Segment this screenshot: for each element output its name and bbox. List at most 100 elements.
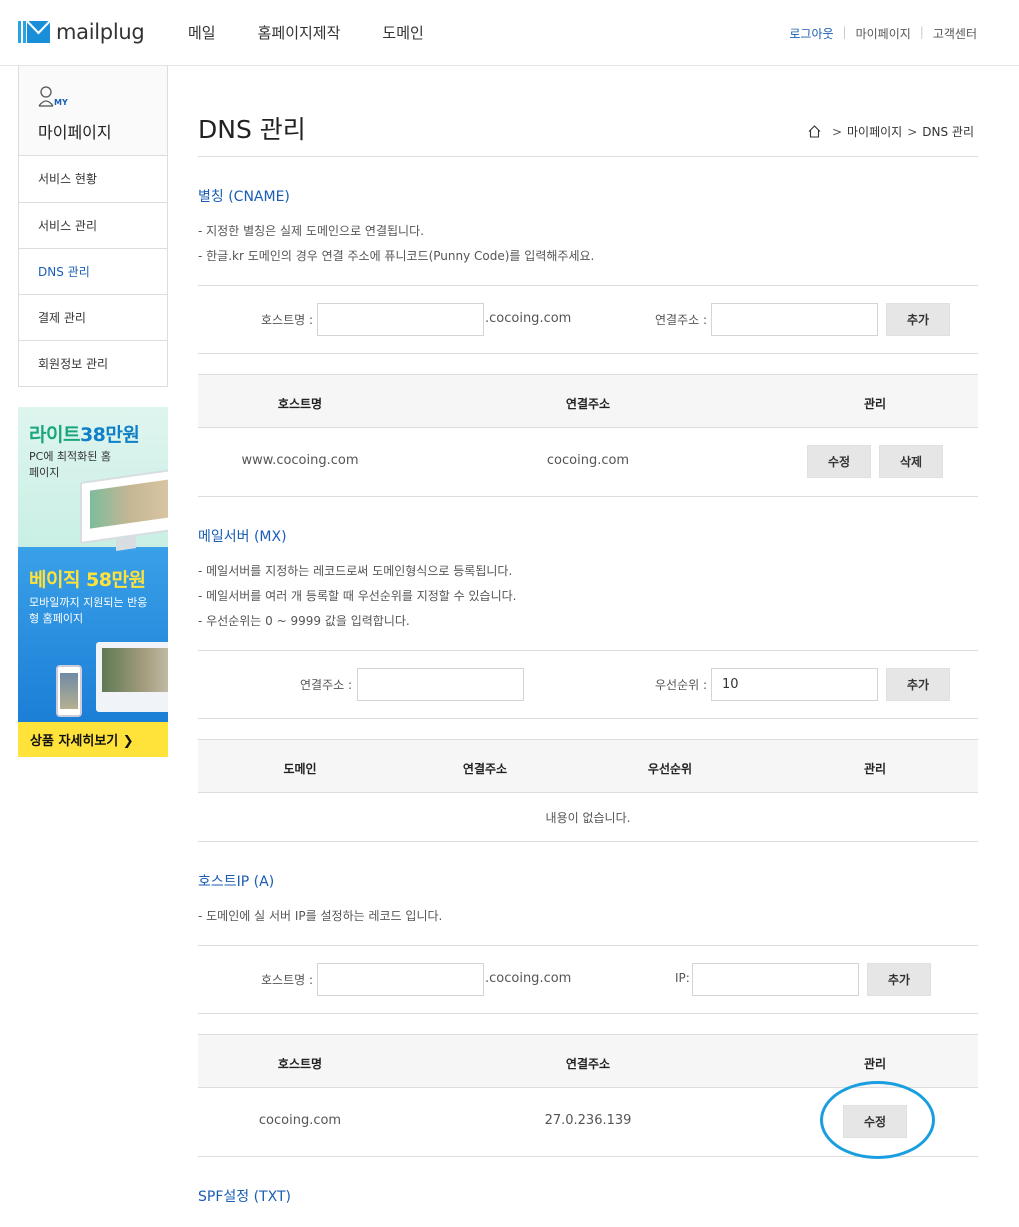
- highlight-circle: [820, 1081, 935, 1159]
- breadcrumb-separator: >: [907, 124, 918, 139]
- a-domain-suffix: .cocoing.com: [485, 971, 572, 986]
- a-add-button[interactable]: 추가: [867, 963, 931, 996]
- cname-edit-button[interactable]: 수정: [807, 445, 871, 478]
- a-host-input[interactable]: [317, 963, 484, 996]
- cname-table-bottom-line: [198, 496, 978, 497]
- sidebar-item-service-status[interactable]: 서비스 현황: [19, 156, 167, 202]
- home-icon[interactable]: [808, 125, 821, 138]
- mx-empty-message: 내용이 없습니다.: [545, 811, 631, 825]
- col-domain: 도메인: [283, 762, 317, 776]
- cname-delete-button[interactable]: 삭제: [879, 445, 943, 478]
- logo-text: mailplug: [56, 19, 145, 44]
- a-section-title: 호스트IP (A): [198, 874, 275, 890]
- tablet-image: [96, 642, 168, 712]
- mx-add-button[interactable]: 추가: [886, 668, 950, 701]
- mx-description: - 메일서버를 지정하는 레코드로써 도메인형식으로 등록됩니다. - 메일서버…: [198, 559, 516, 634]
- sidebar-menu: 서비스 현황 서비스 관리 DNS 관리 결제 관리 회원정보 관리: [18, 156, 168, 387]
- mailplug-logo[interactable]: mailplug: [18, 18, 145, 45]
- support-link[interactable]: 고객센터: [933, 25, 977, 42]
- spf-section-title: SPF설정 (TXT): [198, 1189, 291, 1205]
- mx-target-input[interactable]: [357, 668, 524, 701]
- banner-basic-title: 베이직 58만원: [29, 569, 146, 591]
- cname-desc-line: - 한글.kr 도메인의 경우 연결 주소에 퓨니코드(Punny Code)를…: [198, 249, 595, 263]
- mx-section-title: 메일서버 (MX): [198, 529, 287, 545]
- cname-add-button[interactable]: 추가: [886, 303, 950, 336]
- mx-form-top-line: [198, 650, 978, 651]
- mx-table-header: 도메인 연결주소 우선순위 관리: [198, 739, 978, 793]
- main-nav: 메일 홈페이지제작 도메인: [188, 22, 466, 43]
- a-host-label: 호스트명 :: [261, 973, 314, 987]
- phone-image: [56, 665, 82, 717]
- a-description: - 도메인에 실 서버 IP를 설정하는 레코드 입니다.: [198, 904, 442, 929]
- top-header: mailplug 메일 홈페이지제작 도메인 로그아웃 | 마이페이지 | 고객…: [0, 0, 1019, 66]
- sidebar-item-billing[interactable]: 결제 관리: [19, 294, 167, 340]
- sidebar-item-member-info[interactable]: 회원정보 관리: [19, 340, 167, 386]
- monitor-image: [80, 467, 168, 551]
- util-divider: |: [919, 25, 924, 39]
- nav-mail[interactable]: 메일: [188, 22, 216, 43]
- mypage-link[interactable]: 마이페이지: [856, 25, 911, 42]
- banner-basic-sub: 모바일까지 지원되는 반응형 홈페이지: [29, 596, 148, 625]
- breadcrumb-current: DNS 관리: [922, 125, 974, 139]
- mx-table-bottom-line: [198, 841, 978, 842]
- breadcrumb: > 마이페이지 > DNS 관리: [808, 123, 974, 140]
- mx-form-bottom-line: [198, 718, 978, 719]
- banner-lite-title: 라이트38만원: [29, 424, 140, 446]
- product-banner[interactable]: 라이트38만원 PC에 최적화된 홈페이지 베이직 58만원 모바일까지 지원되…: [18, 407, 168, 757]
- col-priority: 우선순위: [647, 762, 693, 776]
- a-ip-label: IP:: [675, 971, 690, 985]
- col-target: 연결주소: [462, 762, 508, 776]
- a-ip-input[interactable]: [692, 963, 859, 996]
- sidebar-header: MY 마이페이지: [18, 66, 168, 156]
- mx-target-label: 연결주소 :: [300, 678, 353, 692]
- title-divider: [198, 156, 978, 157]
- a-desc-line: - 도메인에 실 서버 IP를 설정하는 레코드 입니다.: [198, 909, 443, 923]
- a-row-host: cocoing.com: [258, 1113, 342, 1128]
- mx-desc-line: - 우선순위는 0 ~ 9999 값을 입력합니다.: [198, 614, 410, 628]
- banner-lite-sub: PC에 최적화된 홈페이지: [29, 450, 112, 479]
- breadcrumb-separator: >: [831, 124, 842, 139]
- cname-description: - 지정한 별칭은 실제 도메인으로 연결됩니다. - 한글.kr 도메인의 경…: [198, 219, 594, 269]
- cname-row-target: cocoing.com: [546, 453, 630, 468]
- mx-desc-line: - 메일서버를 지정하는 레코드로써 도메인형식으로 등록됩니다.: [198, 564, 513, 578]
- col-manage: 관리: [863, 762, 887, 776]
- cname-target-label: 연결주소 :: [655, 313, 708, 327]
- cname-host-label: 호스트명 :: [261, 313, 314, 327]
- col-target: 연결주소: [565, 1057, 611, 1071]
- cname-target-input[interactable]: [711, 303, 878, 336]
- cname-section-title: 별칭 (CNAME): [198, 189, 290, 205]
- mx-priority-label: 우선순위 :: [655, 678, 708, 692]
- mail-logo-icon: [18, 20, 50, 43]
- mx-priority-input[interactable]: [711, 668, 878, 701]
- utility-links: 로그아웃 | 마이페이지 | 고객센터: [789, 25, 977, 42]
- my-badge: MY: [54, 98, 68, 107]
- sidebar: MY 마이페이지 서비스 현황 서비스 관리 DNS 관리 결제 관리 회원정보…: [18, 66, 168, 387]
- sidebar-item-dns[interactable]: DNS 관리: [19, 248, 167, 294]
- col-host: 호스트명: [277, 1057, 323, 1071]
- a-table-header: 호스트명 연결주소 관리: [198, 1034, 978, 1088]
- logout-link[interactable]: 로그아웃: [789, 25, 833, 42]
- col-manage: 관리: [863, 397, 887, 411]
- nav-domain[interactable]: 도메인: [382, 22, 423, 43]
- col-target: 연결주소: [565, 397, 611, 411]
- page-title: DNS 관리: [198, 115, 306, 144]
- cname-host-input[interactable]: [317, 303, 484, 336]
- banner-cta-link[interactable]: 상품 자세히보기 ❯: [30, 730, 134, 749]
- a-form-top-line: [198, 945, 978, 946]
- cname-table-header: 호스트명 연결주소 관리: [198, 374, 978, 428]
- a-form-bottom-line: [198, 1013, 978, 1014]
- cname-form-top-line: [198, 285, 978, 286]
- col-host: 호스트명: [277, 397, 323, 411]
- my-user-icon: MY: [38, 86, 68, 107]
- cname-desc-line: - 지정한 별칭은 실제 도메인으로 연결됩니다.: [198, 224, 424, 238]
- sidebar-title: 마이페이지: [38, 123, 112, 142]
- breadcrumb-mypage[interactable]: 마이페이지: [847, 123, 902, 140]
- cname-row-host: www.cocoing.com: [241, 453, 359, 468]
- sidebar-item-service-manage[interactable]: 서비스 관리: [19, 202, 167, 248]
- util-divider: |: [842, 25, 847, 39]
- mx-desc-line: - 메일서버를 여러 개 등록할 때 우선순위를 지정할 수 있습니다.: [198, 589, 517, 603]
- cname-domain-suffix: .cocoing.com: [485, 311, 572, 326]
- col-manage: 관리: [863, 1057, 887, 1071]
- nav-homepage[interactable]: 홈페이지제작: [258, 22, 341, 43]
- a-row-target: 27.0.236.139: [544, 1113, 632, 1128]
